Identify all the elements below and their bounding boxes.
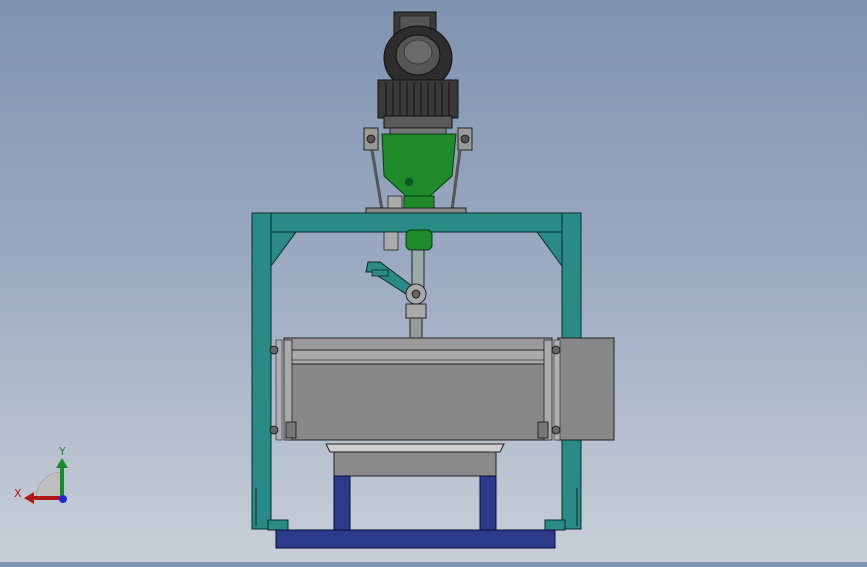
assembly-drawing[interactable]: Y X xyxy=(0,0,867,562)
frame-left-post xyxy=(251,212,272,530)
base-plate xyxy=(275,529,556,549)
tray-body xyxy=(333,451,497,477)
motor-cooling-fins xyxy=(377,79,459,119)
trough-assembly[interactable] xyxy=(269,337,615,441)
frame-top-beam xyxy=(251,212,582,233)
triad-view-plane xyxy=(35,471,63,499)
drive-linkage[interactable] xyxy=(365,229,433,343)
triad-x-label: X xyxy=(14,487,22,500)
right-gusset xyxy=(536,231,563,268)
base-right-leg xyxy=(479,475,497,531)
base-left-leg xyxy=(333,475,351,531)
crank-arm xyxy=(365,261,413,295)
trough-top-rim xyxy=(283,337,553,351)
triad-y-label: Y xyxy=(58,445,66,458)
left-gusset xyxy=(270,231,297,268)
trough-body xyxy=(287,363,549,441)
blue-base[interactable] xyxy=(275,475,556,549)
z-axis-dot xyxy=(59,495,67,503)
motor-assembly[interactable] xyxy=(363,11,473,215)
coupling xyxy=(405,229,433,251)
gearbox-body xyxy=(381,133,457,197)
tray-rim xyxy=(325,443,505,453)
side-gear-box xyxy=(557,337,615,441)
cad-viewport[interactable]: Y X xyxy=(0,0,867,562)
collection-tray[interactable] xyxy=(325,443,505,477)
connecting-rod xyxy=(405,303,427,319)
coordinate-triad[interactable]: Y X xyxy=(14,445,68,504)
